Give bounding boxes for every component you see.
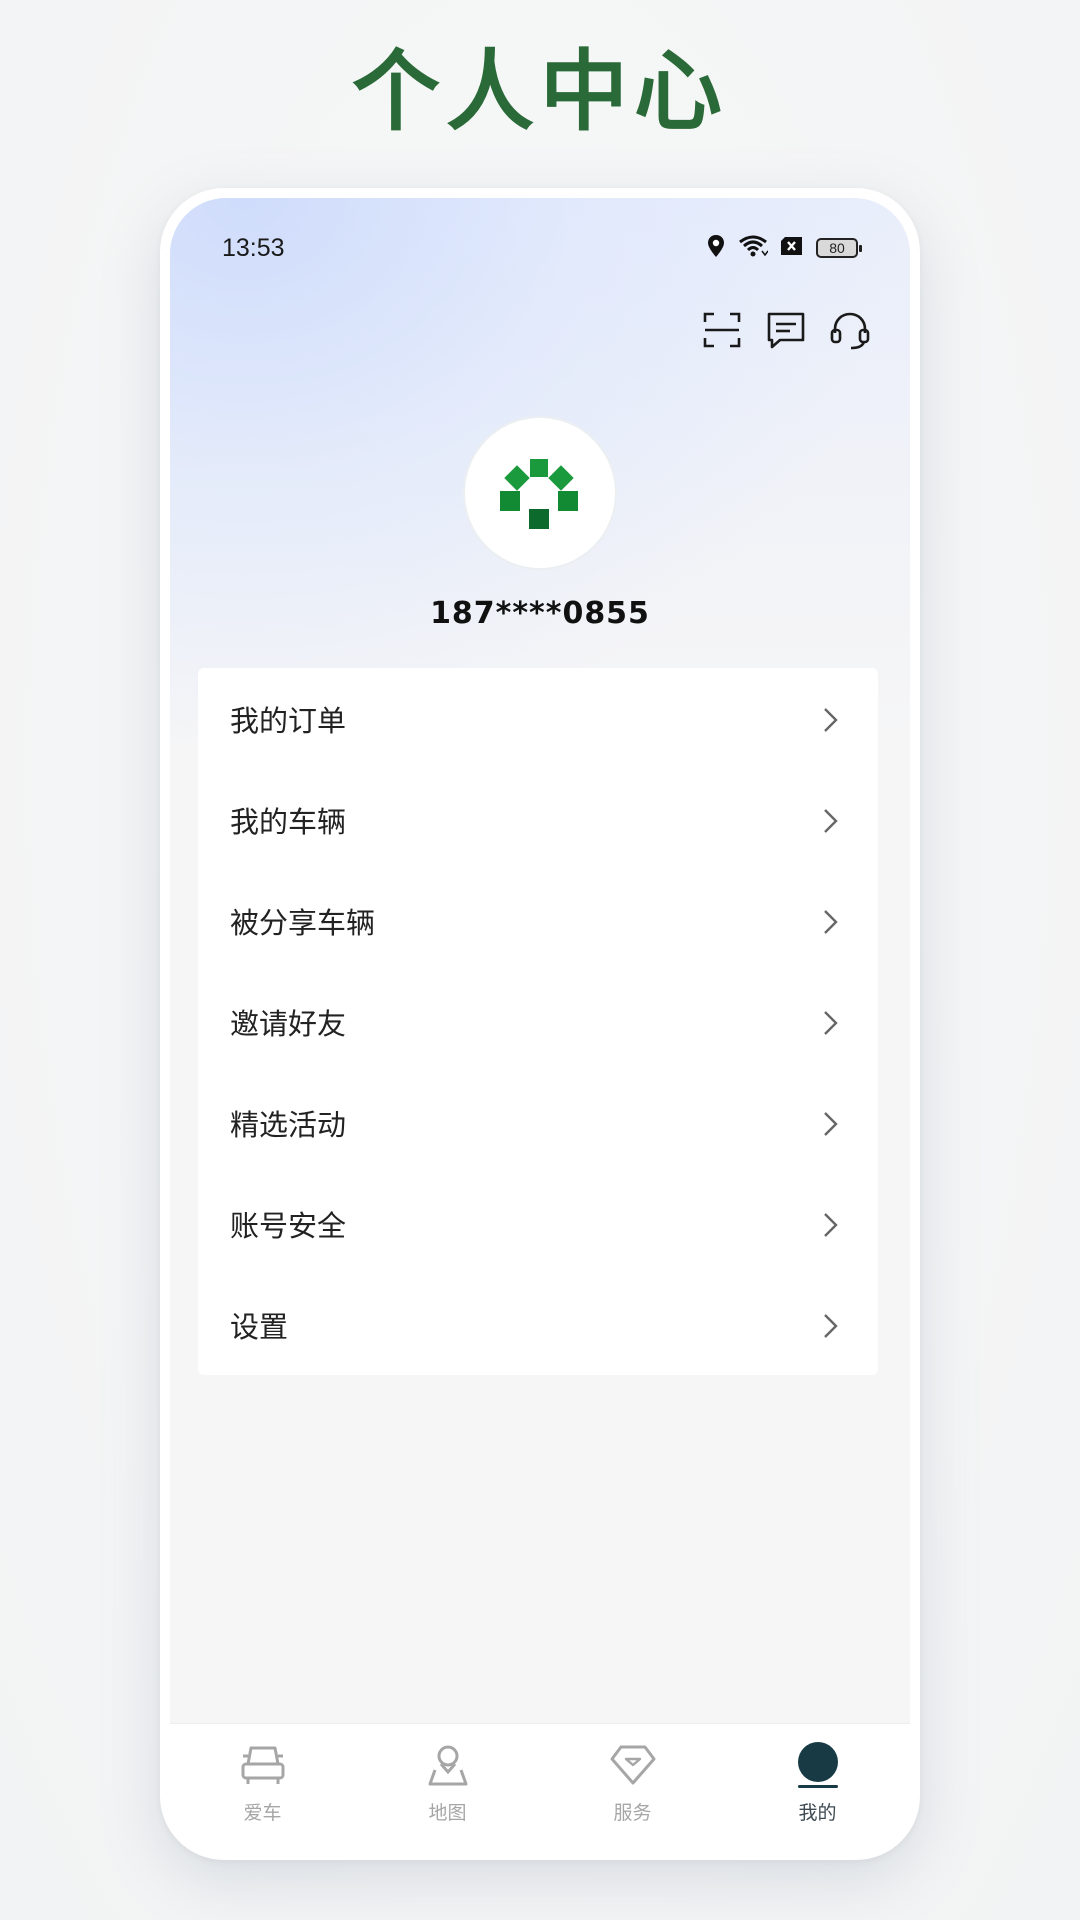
menu-item-vehicles[interactable]: 我的车辆 [198,769,878,870]
phone-frame: 13:53 80 187****0855 我的订单 我的车辆 被分享车辆 邀请好… [160,188,920,1860]
menu-item-orders[interactable]: 我的订单 [198,668,878,769]
scan-icon[interactable] [700,308,744,352]
location-icon [706,234,726,262]
chevron-right-icon [824,708,838,732]
wifi-icon [738,234,769,262]
tab-label: 我的 [798,1802,837,1824]
tab-service[interactable]: 服务 [540,1724,725,1850]
header-actions [700,308,872,352]
tab-car[interactable]: 爱车 [170,1724,355,1850]
phone-screen: 13:53 80 187****0855 我的订单 我的车辆 被分享车辆 邀请好… [170,198,910,1850]
user-phone: 187****0855 [430,596,650,631]
message-icon[interactable] [764,308,808,352]
chevron-right-icon [824,1213,838,1237]
menu-item-label: 我的订单 [230,703,347,738]
chevron-right-icon [824,910,838,934]
status-bar: 13:53 80 [170,198,910,298]
tab-label: 服务 [613,1802,652,1824]
menu-item-label: 账号安全 [230,1208,347,1243]
menu-item-account-security[interactable]: 账号安全 [198,1173,878,1274]
chevron-right-icon [824,809,838,833]
menu-item-settings[interactable]: 设置 [198,1274,878,1375]
brand-logo-icon [500,459,578,529]
menu-item-featured-events[interactable]: 精选活动 [198,1072,878,1173]
menu-item-label: 被分享车辆 [230,905,376,940]
page-title: 个人中心 [351,40,728,143]
tab-mine[interactable]: 我的 [725,1724,910,1850]
no-sim-icon [780,236,804,260]
menu-item-label: 邀请好友 [230,1006,347,1041]
chevron-right-icon [824,1112,838,1136]
diamond-icon [608,1740,658,1790]
avatar[interactable] [463,416,617,570]
menu-item-invite-friends[interactable]: 邀请好友 [198,971,878,1072]
person-icon [793,1740,843,1790]
menu-item-label: 精选活动 [230,1107,347,1142]
car-icon [238,1740,288,1790]
status-icons: 80 [706,234,862,262]
headset-icon[interactable] [828,308,872,352]
page: 个人中心 13:53 80 187****0855 我的订单 我的车辆 被分享车… [0,0,1080,1920]
tab-label: 爱车 [243,1802,282,1824]
battery-icon: 80 [816,238,862,258]
menu-item-label: 设置 [230,1309,289,1344]
status-time: 13:53 [222,234,285,262]
tab-label: 地图 [428,1802,467,1824]
map-pin-icon [423,1740,473,1790]
chevron-right-icon [824,1011,838,1035]
menu-item-shared-vehicles[interactable]: 被分享车辆 [198,870,878,971]
tab-map[interactable]: 地图 [355,1724,540,1850]
menu-item-label: 我的车辆 [230,804,347,839]
menu-list: 我的订单 我的车辆 被分享车辆 邀请好友 精选活动 账号安全 设置 [198,668,878,1375]
chevron-right-icon [824,1314,838,1338]
bottom-tab-bar: 爱车 地图 服务 我的 [170,1723,910,1850]
